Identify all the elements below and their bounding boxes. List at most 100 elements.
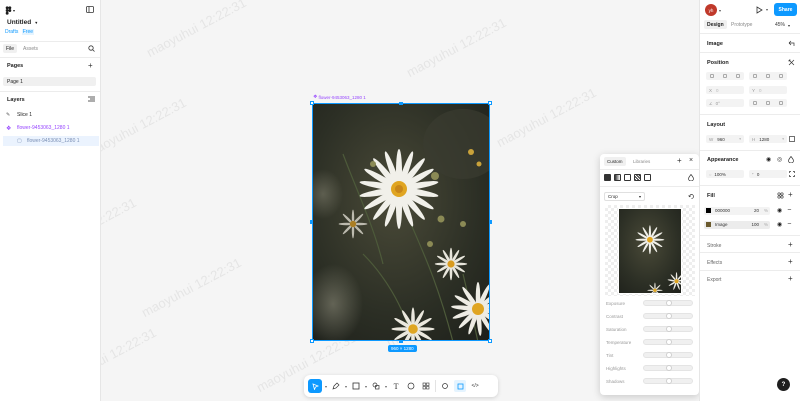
toggle-sidebar-icon[interactable] [86, 6, 94, 15]
actions-tool[interactable] [420, 382, 432, 390]
styles-icon[interactable] [777, 192, 784, 201]
help-button[interactable]: ? [777, 378, 790, 391]
add-stroke-icon[interactable]: + [788, 240, 793, 249]
dev-mode-toggle[interactable] [439, 382, 451, 390]
fill-color-field[interactable]: 000000 20 % [704, 206, 770, 215]
add-export-icon[interactable]: + [788, 274, 793, 283]
fill-row[interactable]: 000000 20 % ◉ − [704, 206, 796, 215]
comment-tool[interactable] [405, 382, 417, 390]
layers-options-icon[interactable] [88, 96, 95, 104]
resize-handle[interactable] [310, 101, 314, 105]
remove-fill-icon[interactable]: − [787, 221, 791, 228]
slider-knob[interactable] [666, 378, 672, 384]
fill-swatch[interactable] [706, 208, 711, 213]
slider-knob[interactable] [666, 326, 672, 332]
present-play-icon[interactable] [756, 6, 763, 16]
eye-icon[interactable]: ◉ [777, 207, 782, 214]
remove-fill-icon[interactable]: − [787, 207, 791, 214]
resize-handle[interactable] [399, 340, 403, 343]
linear-gradient-icon[interactable] [614, 174, 621, 181]
page-item[interactable]: Page 1 [3, 77, 96, 86]
resize-handle[interactable] [488, 101, 492, 105]
layer-row-selected[interactable]: ▢ flower-9453063_1280 1 [3, 136, 99, 146]
eye-icon[interactable]: ◉ [766, 156, 771, 163]
solid-fill-icon[interactable] [604, 174, 611, 181]
add-icon[interactable]: + [677, 156, 682, 165]
layer-row[interactable]: ❖ flower-9453063_1280 1 [6, 124, 96, 132]
pen-tool[interactable] [330, 382, 342, 390]
move-tool[interactable] [308, 379, 322, 393]
file-title[interactable]: Untitled ▾ [7, 19, 37, 26]
chevron-down-icon[interactable]: ▾ [365, 384, 367, 389]
vertical-align-group[interactable] [749, 72, 787, 80]
avatar[interactable]: yh [705, 4, 717, 16]
layer-row[interactable]: ✎ Slice 1 [6, 111, 96, 119]
add-page-icon[interactable]: + [88, 61, 93, 70]
design-mode-toggle[interactable] [454, 380, 467, 392]
resize-handle[interactable] [310, 220, 313, 224]
horizontal-align-group[interactable] [706, 72, 744, 80]
image-fill-icon[interactable] [644, 174, 651, 181]
tab-custom[interactable]: Custom [604, 157, 626, 166]
constraints-icon[interactable] [788, 59, 795, 68]
fill-image-field[interactable]: Image 100 % [704, 220, 770, 229]
independent-corners-icon[interactable] [789, 171, 795, 179]
fill-row[interactable]: Image 100 % ◉ − [704, 220, 796, 229]
adjustment-slider[interactable] [643, 352, 693, 358]
canvas[interactable]: maoyuhui 12:22:31 maoyuhui 12:22:31 maoy… [101, 0, 699, 401]
adjustment-slider[interactable] [643, 300, 693, 306]
chevron-down-icon[interactable]: ▾ [325, 384, 327, 389]
blend-mode-icon[interactable]: ◎ [777, 156, 782, 163]
resize-handle[interactable] [489, 220, 492, 224]
reset-image-icon[interactable] [788, 40, 795, 49]
radial-gradient-icon[interactable] [624, 174, 631, 181]
blend-drop-icon[interactable] [688, 173, 694, 183]
resize-handle[interactable] [310, 339, 314, 343]
y-position-field[interactable]: Y0 [749, 86, 787, 94]
image-mode-select[interactable]: Crop ▾ [604, 192, 645, 201]
search-icon[interactable] [88, 45, 95, 54]
drafts-link[interactable]: Drafts [5, 29, 18, 35]
resize-mode-icon[interactable] [789, 136, 795, 144]
slider-knob[interactable] [666, 339, 672, 345]
zoom-dropdown[interactable]: 45% ▾ [775, 22, 790, 28]
slider-knob[interactable] [666, 352, 672, 358]
drop-icon[interactable] [788, 155, 794, 165]
x-position-field[interactable]: X0 [706, 86, 744, 94]
adjustment-slider[interactable] [643, 339, 693, 345]
frame-label[interactable]: ❖ flower-9453063_1280 1 [313, 94, 366, 100]
add-effect-icon[interactable]: + [788, 257, 793, 266]
slider-knob[interactable] [666, 300, 672, 306]
tab-design[interactable]: Design [704, 20, 727, 29]
slider-knob[interactable] [666, 313, 672, 319]
tab-file[interactable]: File [3, 44, 17, 53]
close-icon[interactable]: × [689, 157, 693, 164]
main-menu-button[interactable]: ▾ [5, 5, 17, 15]
width-field[interactable]: W 960 ▾ [706, 135, 744, 143]
chevron-down-icon[interactable]: ▾ [719, 8, 721, 13]
fill-image-swatch[interactable] [706, 222, 711, 227]
corner-radius-field[interactable]: ⌜ 0 [749, 170, 787, 178]
component-tool[interactable] [370, 382, 382, 390]
tab-libraries[interactable]: Libraries [633, 159, 650, 164]
text-tool[interactable]: T [390, 382, 402, 391]
share-button[interactable]: Share [774, 3, 797, 16]
shape-tool[interactable] [350, 382, 362, 390]
tab-assets[interactable]: Assets [23, 46, 38, 52]
flower-image[interactable] [312, 103, 490, 341]
add-fill-icon[interactable]: + [788, 190, 793, 199]
adjustment-slider[interactable] [643, 365, 693, 371]
opacity-field[interactable]: ◌ 100% [706, 170, 744, 178]
adjustment-slider[interactable] [643, 313, 693, 319]
eye-icon[interactable]: ◉ [777, 221, 782, 228]
adjustment-slider[interactable] [643, 378, 693, 384]
rotation-field[interactable]: ∠ 0° [706, 99, 744, 107]
image-preview[interactable] [618, 208, 682, 294]
slider-knob[interactable] [666, 365, 672, 371]
flip-group[interactable] [749, 99, 787, 107]
height-field[interactable]: H 1280 ▾ [749, 135, 787, 143]
resize-handle[interactable] [399, 102, 403, 105]
pattern-icon[interactable] [634, 174, 641, 181]
chevron-down-icon[interactable]: ▾ [385, 384, 387, 389]
chevron-down-icon[interactable]: ▾ [345, 384, 347, 389]
